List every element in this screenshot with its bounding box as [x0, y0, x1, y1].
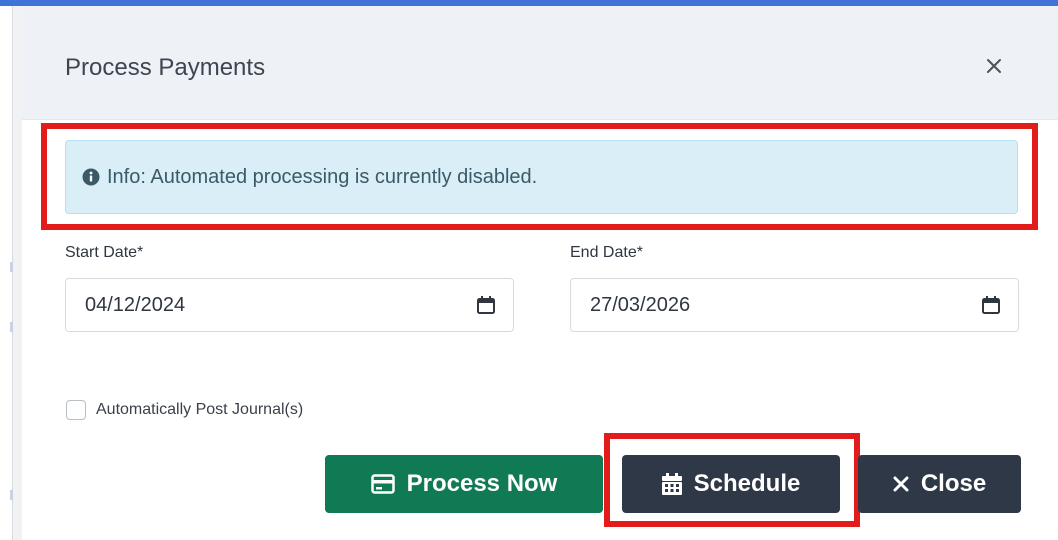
process-payments-modal: Process Payments Info: Automated process… — [22, 6, 1058, 540]
info-highlight-box — [41, 123, 1038, 230]
start-date-input[interactable]: 04/12/2024 — [65, 278, 514, 332]
calendar-icon[interactable] — [980, 294, 1002, 316]
end-date-input[interactable]: 27/03/2026 — [570, 278, 1019, 332]
background-marker — [10, 490, 13, 500]
end-date-label: End Date* — [570, 244, 643, 261]
process-now-button[interactable]: Process Now — [325, 455, 603, 513]
close-button[interactable]: Close — [858, 455, 1021, 513]
modal-title: Process Payments — [65, 54, 266, 81]
auto-post-journals-checkbox[interactable] — [66, 400, 86, 420]
auto-post-journals-row: Automatically Post Journal(s) — [66, 400, 303, 420]
end-date-value: 27/03/2026 — [590, 293, 691, 316]
background-marker — [10, 262, 13, 272]
start-date-value: 04/12/2024 — [85, 293, 186, 316]
close-icon — [987, 59, 1001, 73]
background-page-edge — [0, 6, 13, 540]
process-now-label: Process Now — [406, 470, 558, 497]
start-date-label: Start Date* — [65, 244, 144, 261]
credit-card-icon — [370, 474, 395, 494]
x-icon — [893, 476, 909, 492]
schedule-highlight-box — [604, 433, 860, 527]
background-marker — [10, 322, 13, 332]
modal-header: Process Payments — [22, 6, 1058, 120]
auto-post-journals-label: Automatically Post Journal(s) — [96, 401, 304, 418]
modal-close-button[interactable] — [980, 52, 1008, 80]
calendar-icon[interactable] — [475, 294, 497, 316]
close-label: Close — [920, 470, 987, 497]
